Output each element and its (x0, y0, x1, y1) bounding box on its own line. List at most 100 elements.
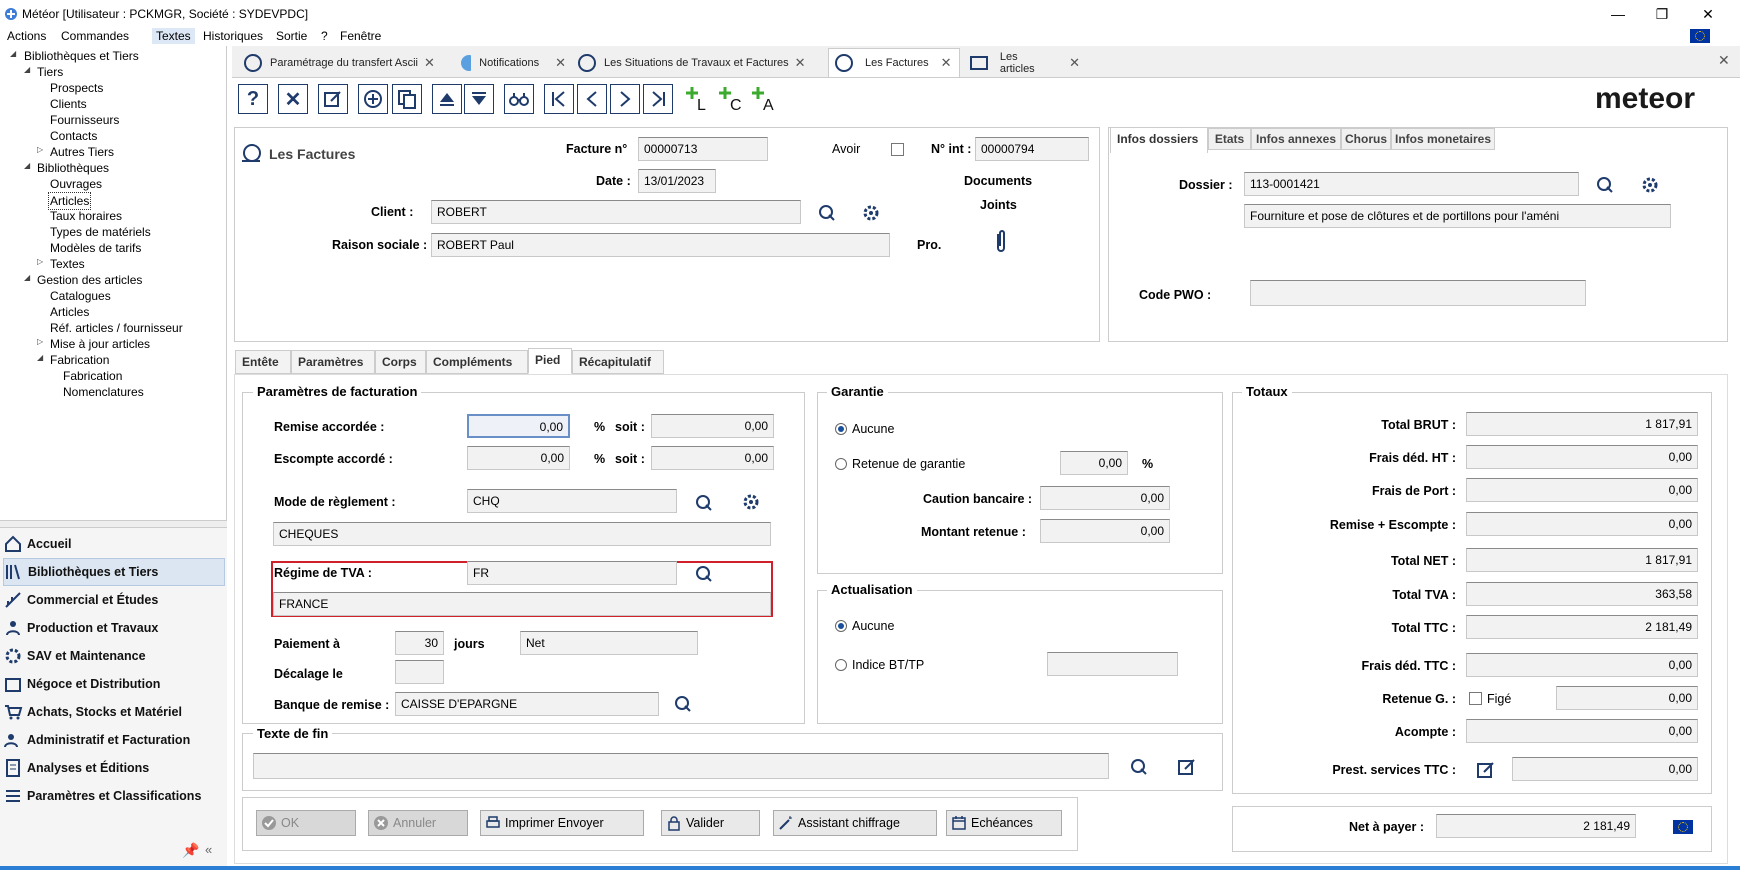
frais-ded-ht-field[interactable]: 0,00 (1466, 445, 1698, 469)
facture-number-field[interactable]: 00000713 (638, 137, 768, 161)
garantie-aucune-radio[interactable] (835, 423, 847, 435)
valider-button[interactable]: Valider (661, 810, 760, 836)
expand-icon[interactable]: ◢ (24, 273, 30, 282)
banque-field[interactable]: CAISSE D'EPARGNE (395, 692, 659, 716)
total-tva-field[interactable]: 363,58 (1466, 582, 1698, 606)
tab-complements[interactable]: Compléments (426, 350, 528, 374)
retenue-garantie-radio[interactable] (835, 458, 847, 470)
regime-tva-description[interactable]: FRANCE (273, 592, 771, 616)
total-net-field[interactable]: 1 817,91 (1466, 548, 1698, 572)
imprimer-envoyer-button[interactable]: Imprimer Envoyer (480, 810, 644, 836)
texte-fin-field[interactable] (253, 753, 1109, 779)
next-record-button[interactable] (610, 84, 640, 114)
menu-sortie[interactable]: Sortie (272, 28, 311, 44)
close-window-button[interactable]: ✕ (1694, 4, 1722, 24)
collapse-icon[interactable]: ▷ (37, 257, 43, 266)
close-tab-icon[interactable]: ✕ (941, 55, 952, 71)
tab-infos-monetaires[interactable]: Infos monetaires (1391, 128, 1495, 150)
expand-icon[interactable]: ◢ (37, 353, 43, 362)
paiement-type-field[interactable]: Net (520, 631, 698, 655)
collapse-icon[interactable]: ▷ (37, 145, 43, 154)
edit-icon[interactable] (1476, 760, 1496, 780)
add-button[interactable] (358, 84, 388, 114)
escompte-soit-field[interactable]: 0,00 (651, 446, 774, 470)
tab-corps[interactable]: Corps (375, 350, 426, 374)
menu-commandes[interactable]: Commandes (57, 28, 133, 44)
tree-item[interactable]: Nomenclatures (63, 384, 144, 400)
tree-item[interactable]: Autres Tiers (50, 144, 114, 160)
close-tab-icon[interactable]: ✕ (424, 55, 435, 71)
tree-item[interactable]: Bibliothèques et Tiers (24, 48, 139, 64)
help-button[interactable]: ? (238, 84, 268, 114)
nav-achats[interactable]: Achats, Stocks et Matériel (3, 698, 225, 726)
tree-item[interactable]: Textes (50, 256, 85, 272)
edit-icon[interactable] (1177, 757, 1197, 777)
lookup-icon[interactable] (694, 493, 714, 513)
indice-radio[interactable] (835, 659, 847, 671)
tree-item[interactable]: Mise à jour articles (50, 336, 150, 352)
annuler-button[interactable]: Annuler (368, 810, 468, 836)
tree-item[interactable]: Taux horaires (50, 208, 122, 224)
tree-item[interactable]: Gestion des articles (37, 272, 142, 288)
tab-entete[interactable]: Entête (235, 350, 291, 374)
lookup-icon[interactable] (817, 203, 837, 223)
tree-item[interactable]: Fournisseurs (50, 112, 119, 128)
last-record-button[interactable] (643, 84, 673, 114)
lookup-icon[interactable] (1129, 757, 1149, 777)
close-tab-icon[interactable]: ✕ (555, 55, 566, 71)
prev-record-button[interactable] (577, 84, 607, 114)
nav-sav[interactable]: SAV et Maintenance (3, 642, 225, 670)
tab-parametrage[interactable]: Paramétrage du transfert Ascii ✕ (238, 48, 450, 77)
add-l-button[interactable]: L (683, 84, 713, 114)
tree-item[interactable]: Types de matériels (50, 224, 151, 240)
tab-recapitulatif[interactable]: Récapitulatif (572, 350, 664, 374)
nav-administratif[interactable]: Administratif et Facturation (3, 726, 225, 754)
tab-situations[interactable]: Les Situations de Travaux et Factures ✕ (572, 48, 818, 77)
nav-commercial[interactable]: Commercial et Études (3, 586, 225, 614)
minimize-button[interactable]: — (1604, 4, 1632, 24)
escompte-field[interactable]: 0,00 (467, 446, 570, 470)
code-pwo-field[interactable] (1250, 280, 1586, 306)
add-a-button[interactable]: A (749, 84, 779, 114)
acompte-field[interactable]: 0,00 (1466, 719, 1698, 743)
tree-item[interactable]: Tiers (37, 64, 63, 80)
date-field[interactable]: 13/01/2023 (638, 169, 716, 193)
gear-icon[interactable] (861, 203, 881, 223)
tree-item[interactable]: Fabrication (63, 368, 122, 384)
panel-splitter[interactable] (0, 520, 227, 528)
net-a-payer-field[interactable]: 2 181,49 (1436, 814, 1636, 838)
tree-item[interactable]: Contacts (50, 128, 97, 144)
menu-textes[interactable]: Textes (152, 28, 195, 44)
menu-historiques[interactable]: Historiques (199, 28, 267, 44)
total-brut-field[interactable]: 1 817,91 (1466, 412, 1698, 436)
tree-item[interactable]: Réf. articles / fournisseur (50, 320, 183, 336)
paiement-days-field[interactable]: 30 (395, 631, 444, 655)
gear-icon[interactable] (741, 492, 761, 512)
avoir-checkbox[interactable] (891, 143, 904, 156)
dossier-field[interactable]: 113-0001421 (1244, 172, 1579, 196)
caution-field[interactable]: 0,00 (1040, 486, 1170, 510)
mode-reglement-description[interactable]: CHEQUES (273, 522, 771, 546)
remise-field[interactable]: 0,00 (467, 414, 570, 438)
paperclip-icon[interactable] (992, 228, 1010, 256)
prest-services-field[interactable]: 0,00 (1512, 757, 1698, 781)
nav-accueil[interactable]: Accueil (3, 530, 225, 558)
mode-reglement-field[interactable]: CHQ (467, 489, 677, 513)
tab-infos-dossiers[interactable]: Infos dossiers (1110, 127, 1208, 153)
tab-etats[interactable]: Etats (1208, 128, 1251, 150)
copy-button[interactable] (392, 84, 422, 114)
expand-icon[interactable]: ◢ (24, 65, 30, 74)
lookup-icon[interactable] (694, 564, 714, 584)
menu-fenetre[interactable]: Fenêtre (336, 28, 385, 44)
close-tab-icon[interactable]: ✕ (1069, 55, 1080, 71)
move-down-button[interactable] (464, 84, 494, 114)
assistant-chiffrage-button[interactable]: Assistant chiffrage (773, 810, 937, 836)
close-all-tabs-icon[interactable]: ✕ (1718, 52, 1730, 69)
nav-analyses[interactable]: Analyses et Éditions (3, 754, 225, 782)
frais-port-field[interactable]: 0,00 (1466, 478, 1698, 502)
close-tab-icon[interactable]: ✕ (795, 55, 806, 71)
tree-item[interactable]: Bibliothèques (37, 160, 109, 176)
regime-tva-field[interactable]: FR (467, 561, 677, 585)
pin-icon[interactable]: 📌 (182, 842, 199, 859)
dossier-description-field[interactable]: Fourniture et pose de clôtures et de por… (1244, 204, 1671, 228)
